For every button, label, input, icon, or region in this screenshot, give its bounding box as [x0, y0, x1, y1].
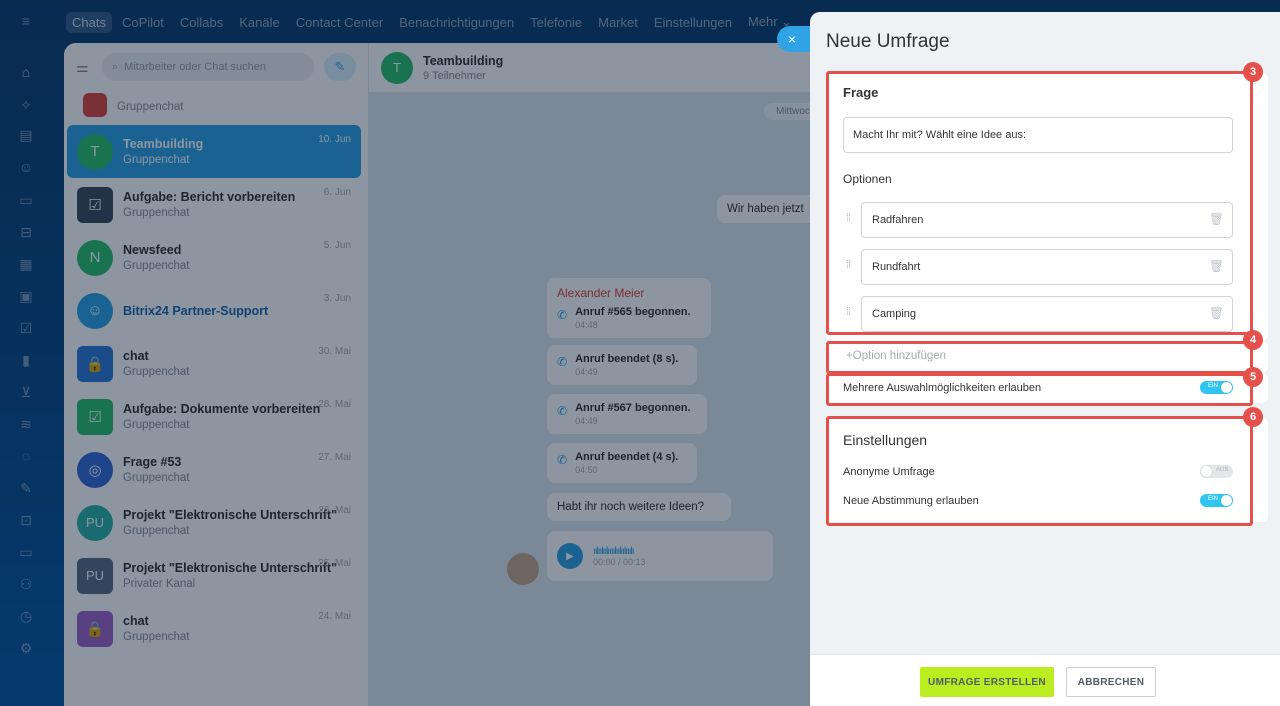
step-badge: 3: [1243, 62, 1263, 82]
close-button[interactable]: ×: [777, 26, 813, 52]
highlight-box: [826, 416, 1253, 526]
step-badge: 4: [1243, 330, 1263, 350]
close-icon: ×: [787, 31, 797, 47]
highlight-box: [826, 341, 1253, 374]
cancel-button[interactable]: ABBRECHEN: [1066, 667, 1156, 697]
highlight-box: [826, 71, 1253, 335]
poll-panel: Neue Umfrage Frage Macht Ihr mit? Wählt …: [810, 12, 1280, 706]
create-poll-button[interactable]: UMFRAGE ERSTELLEN: [920, 667, 1054, 697]
page-title: Neue Umfrage: [826, 31, 950, 52]
panel-footer: UMFRAGE ERSTELLEN ABBRECHEN: [810, 654, 1280, 706]
highlight-box: [826, 373, 1253, 406]
step-badge: 5: [1243, 367, 1263, 387]
step-badge: 6: [1243, 407, 1263, 427]
